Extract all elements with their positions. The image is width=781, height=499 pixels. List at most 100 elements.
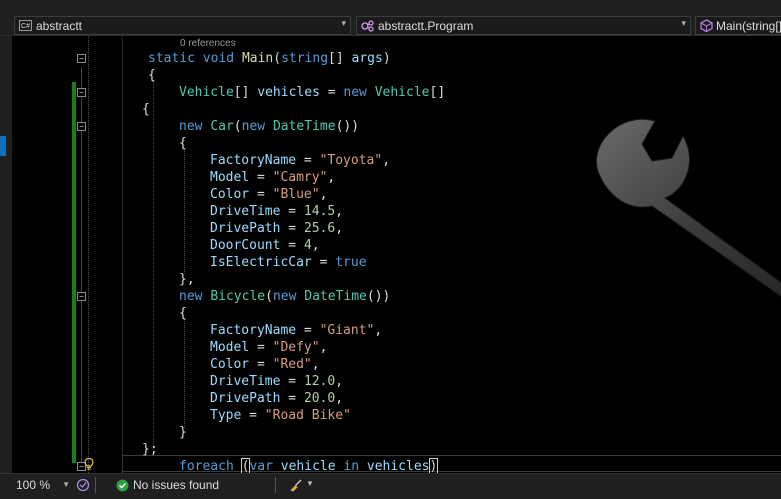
- punctuation-token: (: [273, 51, 282, 66]
- keyword-token: void: [202, 51, 242, 66]
- punctuation-token: ,: [311, 357, 320, 372]
- code-line[interactable]: FactoryName = "Toyota",: [210, 152, 390, 169]
- type-token: Car: [210, 119, 234, 134]
- indent-guide: [153, 80, 154, 452]
- zoom-dropdown[interactable]: 100 % ▼: [4, 475, 72, 495]
- identifier-token: Color: [210, 187, 250, 202]
- punctuation-token: =: [280, 221, 304, 236]
- punctuation-token: =: [280, 204, 304, 219]
- code-line[interactable]: Type = "Road Bike": [210, 407, 351, 424]
- code-line[interactable]: DriveTime = 14.5,: [210, 203, 343, 220]
- string-token: "Defy": [272, 340, 320, 355]
- identifier-token: DriveTime: [210, 204, 281, 219]
- code-line[interactable]: Vehicle[] vehicles = new Vehicle[]: [179, 84, 445, 101]
- issues-status[interactable]: No issues found: [133, 477, 219, 493]
- identifier-token: vehicles: [257, 85, 320, 100]
- collapse-toggle-car[interactable]: −: [77, 122, 86, 131]
- left-tool-strip: [0, 36, 12, 473]
- indent-guide: [184, 318, 185, 428]
- punctuation-token: }: [179, 425, 187, 440]
- punctuation-token: ,: [319, 187, 328, 202]
- type-scope-dropdown[interactable]: abstractt.Program ▾: [356, 16, 691, 35]
- punctuation-token: };: [142, 442, 158, 457]
- keyword-token: static: [148, 51, 203, 66]
- punctuation-token: =: [249, 357, 273, 372]
- type-token: Bicycle: [210, 289, 266, 304]
- keyword-token: new: [343, 85, 375, 100]
- code-line[interactable]: IsElectricCar = true: [210, 254, 367, 271]
- codelens-references[interactable]: 0 references: [180, 38, 236, 50]
- code-line[interactable]: {: [142, 101, 150, 118]
- punctuation-token: ,: [319, 340, 328, 355]
- code-line[interactable]: DoorCount = 4,: [210, 237, 320, 254]
- code-line[interactable]: Color = "Red",: [210, 356, 320, 373]
- code-line[interactable]: },: [179, 271, 195, 288]
- change-tracking-bar: [72, 82, 76, 463]
- code-line[interactable]: {: [179, 305, 187, 322]
- type-token: Vehicle: [179, 85, 234, 100]
- keyword-token: new: [272, 289, 305, 304]
- collapse-toggle-main[interactable]: −: [77, 54, 86, 63]
- punctuation-token: ,: [335, 221, 344, 236]
- class-icon: [361, 19, 375, 32]
- identifier-token: DrivePath: [210, 221, 281, 236]
- punctuation-token: ()): [366, 289, 391, 304]
- keyword-token: new: [179, 289, 211, 304]
- member-dropdown[interactable]: Main(string[]: [695, 16, 781, 35]
- code-line[interactable]: {: [148, 67, 156, 84]
- code-line[interactable]: DrivePath = 25.6,: [210, 220, 343, 237]
- keyword-token: in: [343, 459, 367, 473]
- code-line[interactable]: foreach (var vehicle in vehicles): [179, 458, 439, 473]
- type-token: DateTime: [304, 289, 367, 304]
- punctuation-token: =: [319, 85, 344, 100]
- code-line[interactable]: };: [142, 441, 158, 458]
- project-dropdown[interactable]: C# abstractt ▾: [14, 16, 351, 35]
- code-line[interactable]: new Bicycle(new DateTime()): [179, 288, 390, 305]
- code-line[interactable]: DrivePath = 20.0,: [210, 390, 343, 407]
- identifier-token: Model: [210, 340, 250, 355]
- indent-guide: [122, 36, 123, 473]
- chevron-down-icon[interactable]: ▼: [306, 479, 314, 488]
- member-label: Main(string[]: [716, 18, 781, 33]
- type-token: Vehicle: [374, 85, 430, 100]
- code-line[interactable]: Model = "Camry",: [210, 169, 335, 186]
- method-icon: [700, 19, 713, 32]
- code-line[interactable]: FactoryName = "Giant",: [210, 322, 382, 339]
- identifier-token: FactoryName: [210, 323, 297, 338]
- identifier-token: args: [351, 51, 383, 66]
- code-editor[interactable]: 0 references − − − − − static void Main(…: [32, 36, 781, 473]
- project-name: abstractt: [36, 18, 83, 33]
- punctuation-token: (: [265, 289, 273, 304]
- code-line[interactable]: Model = "Defy",: [210, 339, 327, 356]
- keyword-token: true: [335, 255, 367, 270]
- code-cleanup-broom-icon[interactable]: [289, 478, 304, 493]
- method-token: Main: [241, 51, 274, 66]
- collapse-toggle-array[interactable]: −: [77, 88, 86, 97]
- punctuation-token: ,: [335, 204, 344, 219]
- indent-guide: [184, 148, 185, 274]
- check-circle-icon[interactable]: [116, 479, 129, 492]
- code-line[interactable]: {: [179, 135, 187, 152]
- active-tool-indicator: [0, 136, 6, 156]
- collapse-toggle-bicycle[interactable]: −: [77, 292, 86, 301]
- code-line[interactable]: DriveTime = 12.0,: [210, 373, 343, 390]
- code-line[interactable]: new Car(new DateTime()): [179, 118, 359, 135]
- number-token: 25.6: [303, 221, 336, 236]
- lightbulb-icon[interactable]: [82, 457, 96, 471]
- keyword-token: string: [281, 51, 329, 66]
- punctuation-token: =: [311, 255, 336, 270]
- code-line[interactable]: Color = "Blue",: [210, 186, 327, 203]
- string-token: "Camry": [272, 170, 328, 185]
- keyword-token: foreach: [179, 459, 242, 473]
- punctuation-token: ,: [382, 153, 391, 168]
- csharp-project-icon: C#: [19, 20, 32, 31]
- code-line[interactable]: }: [179, 424, 187, 441]
- keyword-token: new: [241, 119, 273, 134]
- string-token: "Red": [272, 357, 312, 372]
- chevron-down-icon: ▾: [341, 18, 346, 28]
- intellicode-icon[interactable]: [76, 478, 90, 492]
- punctuation-token: =: [280, 238, 304, 253]
- punctuation-token: ,: [311, 238, 320, 253]
- identifier-token: vehicles: [366, 459, 430, 473]
- code-line[interactable]: static void Main(string[] args): [148, 50, 391, 67]
